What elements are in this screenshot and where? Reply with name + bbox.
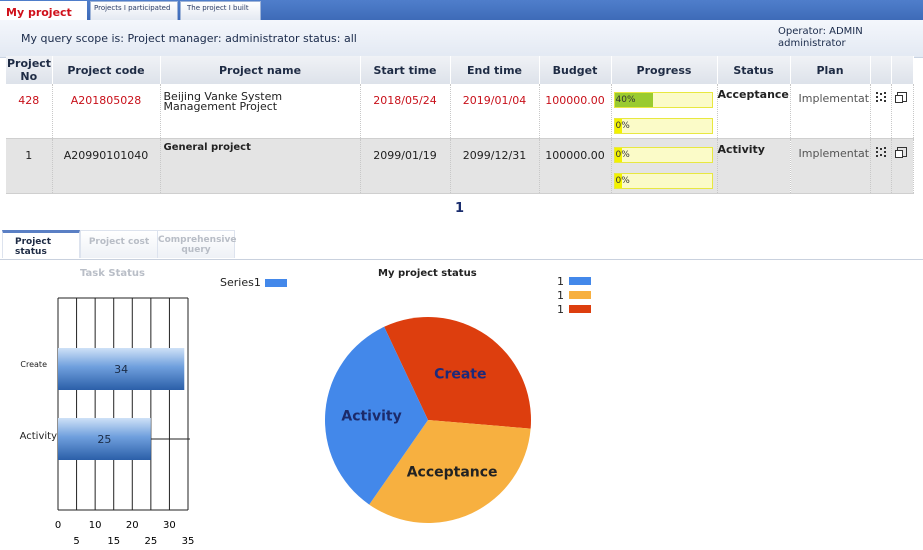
pie-legend-label: 1 — [557, 302, 564, 316]
end-time: 2099/12/31 — [450, 138, 540, 194]
table-row[interactable]: 428 A201805028 Beijing Vanke System Mana… — [6, 84, 914, 139]
project-table: Project No Project code Project name Sta… — [6, 56, 914, 194]
header-start-time: Start time — [360, 56, 451, 84]
project-no: 428 — [6, 84, 53, 139]
table-header-row: Project No Project code Project name Sta… — [6, 56, 914, 84]
header-project-name: Project name — [160, 56, 361, 84]
category-label: Activity — [20, 431, 57, 442]
tab-my-project[interactable]: My project — [0, 1, 87, 20]
project-status-title: My project status — [378, 268, 477, 279]
header-blank-2 — [891, 56, 914, 84]
progress-label: 0% — [615, 175, 630, 186]
pie-slice-label: Create — [434, 366, 486, 382]
project-name[interactable]: Beijing Vanke System Management Project — [160, 84, 361, 139]
x-tick-label: 15 — [107, 536, 120, 547]
pie-legend-item: 1 — [557, 274, 591, 288]
start-time: 2099/01/19 — [360, 138, 451, 194]
copy-icon[interactable] — [895, 92, 907, 103]
status-text: Activity — [717, 138, 791, 194]
progress-bar: 0% — [613, 118, 713, 134]
series-legend: Series1 — [220, 276, 287, 289]
x-tick-label: 25 — [144, 536, 157, 547]
pie-slice-label: Acceptance — [407, 464, 498, 480]
project-no: 1 — [6, 138, 53, 194]
project-code[interactable]: A201805028 — [52, 84, 161, 139]
tab-project-built[interactable]: The project I built — [180, 1, 261, 20]
pie-slice-label: Activity — [341, 408, 401, 424]
pie-legend-swatch — [569, 291, 591, 299]
query-scope-text: My query scope is: Project manager: admi… — [21, 32, 357, 45]
grid-view-cell[interactable] — [870, 138, 892, 194]
pie-legend-item: 1 — [557, 288, 591, 302]
operator-line: Operator: ADMIN — [778, 26, 863, 37]
x-tick-label: 20 — [126, 520, 139, 531]
copy-cell[interactable] — [891, 138, 914, 194]
budget: 100000.00 — [539, 84, 612, 139]
series-legend-swatch — [264, 278, 287, 287]
bar-value-label: 34 — [114, 363, 128, 376]
tab-comprehensive-query[interactable]: Comprehensive query — [157, 230, 236, 258]
project-name[interactable]: General project — [160, 138, 361, 194]
x-tick-label: 35 — [182, 536, 195, 547]
end-time: 2019/01/04 — [450, 84, 540, 139]
tab-projects-participated[interactable]: Projects I participated — [90, 1, 178, 20]
implementation-plan-link[interactable]: Implementation Plan — [790, 84, 871, 139]
pie-legend-swatch — [569, 305, 591, 313]
table-row[interactable]: 1 A20990101040 General project 2099/01/1… — [6, 138, 914, 194]
start-time: 2018/05/24 — [360, 84, 451, 139]
header-plan: Plan — [790, 56, 871, 84]
progress-bar: 40% — [613, 92, 713, 108]
progress-label: 0% — [615, 149, 630, 160]
task-status-bar-chart: 34 Create 25 Activity 0 10 20 30 5 15 25 35 — [20, 297, 195, 547]
progress-label: 0% — [615, 121, 630, 131]
grid-view-icon[interactable] — [875, 92, 886, 102]
header-status: Status — [717, 56, 791, 84]
series-legend-label: Series1 — [220, 276, 261, 289]
pie-legend-swatch — [569, 277, 591, 285]
tab-project-status[interactable]: Project status — [2, 230, 80, 258]
pagination-page[interactable]: 1 — [455, 201, 464, 216]
pie-legend-label: 1 — [557, 274, 564, 288]
copy-icon[interactable] — [895, 146, 907, 158]
project-status-pie-chart: Create Acceptance Activity — [325, 317, 531, 523]
x-tick-label: 10 — [89, 520, 102, 531]
task-status-title: Task Status — [80, 268, 145, 279]
progress-bar: 0% — [613, 146, 713, 163]
budget: 100000.00 — [539, 138, 612, 194]
header-project-no: Project No — [6, 56, 53, 84]
progress-label: 40% — [615, 95, 636, 105]
category-label: Create — [20, 360, 47, 369]
bottom-tab-bar: Project status Project cost Comprehensiv… — [0, 230, 923, 260]
project-code[interactable]: A20990101040 — [52, 138, 161, 194]
progress-cell: 0% 0% — [611, 138, 718, 194]
header-end-time: End time — [450, 56, 540, 84]
query-scope-bar: My query scope is: Project manager: admi… — [0, 20, 923, 58]
pie-legend-label: 1 — [557, 288, 564, 302]
x-tick-label: 30 — [163, 520, 176, 531]
grid-view-cell[interactable] — [870, 84, 892, 139]
progress-bar: 0% — [613, 172, 713, 189]
operator-info: Operator: ADMIN administrator — [778, 26, 918, 50]
progress-cell: 40% 0% — [611, 84, 718, 139]
header-progress: Progress — [611, 56, 718, 84]
grid-view-icon[interactable] — [875, 146, 886, 157]
bar-value-label: 25 — [97, 433, 111, 446]
pie-legend: 111 — [557, 274, 591, 316]
x-tick-label: 5 — [73, 536, 79, 547]
implementation-plan-link[interactable]: Implementation Plan — [790, 138, 871, 194]
x-tick-label: 0 — [55, 520, 61, 531]
header-project-code: Project code — [52, 56, 161, 84]
top-tab-bar: My project Projects I participated The p… — [0, 0, 923, 20]
pie-legend-item: 1 — [557, 302, 591, 316]
tab-project-cost[interactable]: Project cost — [80, 230, 158, 258]
operator-name: administrator — [778, 38, 846, 49]
header-budget: Budget — [539, 56, 612, 84]
status-text: Acceptance — [717, 84, 791, 139]
header-blank-1 — [870, 56, 892, 84]
copy-cell[interactable] — [891, 84, 914, 139]
